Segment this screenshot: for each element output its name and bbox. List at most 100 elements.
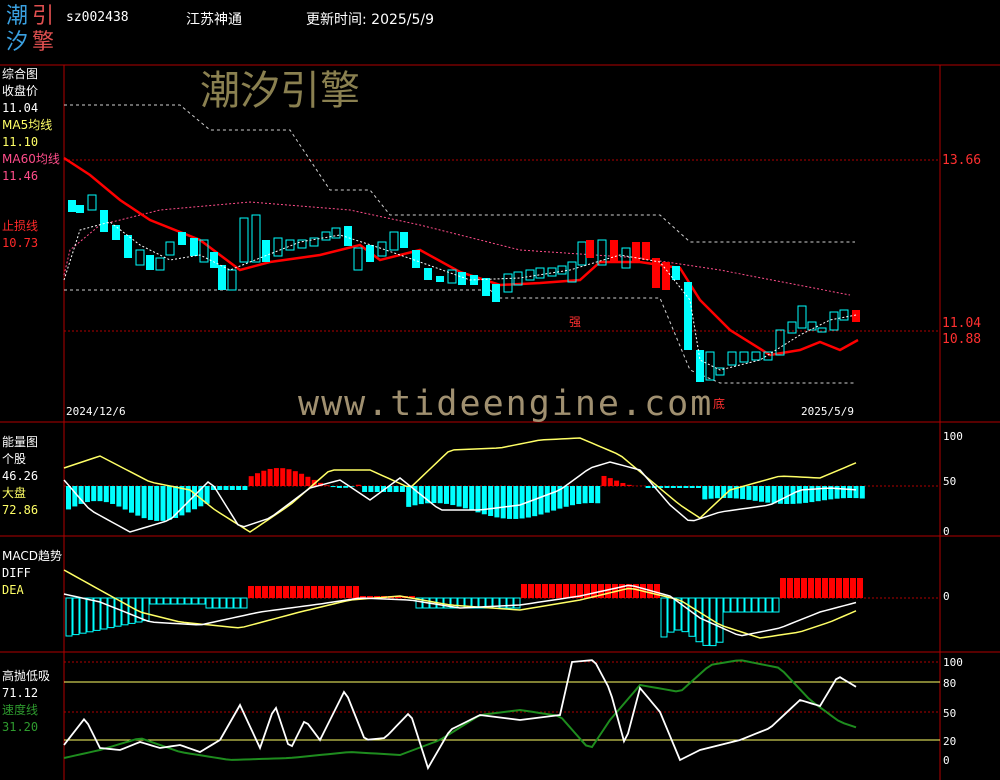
macd-bar [346,586,352,598]
price-candle [751,351,761,361]
energy-bar [645,486,651,488]
energy-bar [135,486,141,516]
price-candle [610,240,618,262]
speed-label: 速度线 [2,703,39,717]
price-candle [525,269,535,281]
speed-value: 31.20 [2,720,39,734]
energy-bar [582,486,588,504]
energy-bar [374,486,380,492]
energy-bar [273,468,279,486]
price-candle [155,257,165,271]
macd-bar [765,597,773,613]
price-candle [124,235,132,258]
macd-bar [65,597,73,637]
macd-bar [276,586,282,598]
price-candle [412,250,420,268]
macd-bar [744,597,752,613]
macd-bar [248,586,254,598]
price-candle [135,249,145,266]
main-panel-title: 综合图 [2,67,39,81]
price-candle [797,305,807,329]
price-candle [76,205,84,213]
energy-bar [217,486,223,490]
macd-bar [654,584,660,598]
energy-bar [570,486,575,506]
price-candle [807,321,817,331]
energy-bar [708,486,714,499]
macd-bar [212,597,220,609]
macd-bar [318,586,324,598]
price-candle [503,273,513,293]
price-candle [389,231,399,251]
price-candle [458,272,466,285]
macd-bar [107,597,115,629]
energy-bar [696,486,701,488]
price-candle [344,226,352,246]
energy-bar [595,486,601,504]
macd-bar [695,597,703,643]
macd-bar [780,578,786,598]
energy-bar [305,476,311,486]
macd-bar [170,597,178,605]
macd-bar [836,578,842,598]
logo-char-2: 引 [32,4,55,29]
energy-bar [544,486,550,513]
ma60-value: 11.46 [2,169,39,183]
price-candle [586,240,594,258]
ma60-label: MA60均线 [2,152,60,166]
energy-bar [242,486,248,490]
energy-bar [456,486,462,507]
energy-bar [664,486,670,488]
lower-band [64,289,855,384]
macd-panel-title: MACD趋势 [2,549,62,563]
logo-char-3: 汐 [6,30,29,55]
macd-bar [297,586,303,598]
energy-bar [393,486,399,492]
macd-bar [114,597,122,627]
ma5-value: 11.10 [2,135,39,149]
energy-bar [746,486,752,500]
energy-bar [91,486,97,502]
price-candle [227,269,237,291]
price-candle [696,350,704,382]
price-candle [424,268,432,280]
macd-bar [850,578,856,598]
energy-stock-label: 个股 [2,452,27,466]
energy-stock-value: 46.26 [2,469,39,483]
energy-market-label: 大盘 [2,486,27,500]
macd-bar [339,586,345,598]
hl-tick-80: 80 [943,677,957,690]
energy-bar [141,486,147,519]
macd-dea-label: DEA [2,583,24,597]
energy-bar [513,486,519,519]
ma60-line [63,201,851,296]
macd-bar [857,578,863,598]
price-candle [621,247,631,269]
macd-bar [79,597,87,634]
macd-bar [794,578,800,598]
macd-tick-0: 0 [943,590,950,603]
macd-bar [815,578,821,598]
macd-bar [219,597,227,609]
energy-bar [66,486,71,510]
energy-bar [431,486,437,504]
energy-bar [355,484,361,486]
macd-bar [163,597,171,605]
price-tick-high: 13.66 [942,153,982,168]
energy-bar [538,486,544,515]
energy-bar [179,486,185,516]
price-candle [285,239,295,251]
energy-bar [116,486,122,507]
price-tick-stop: 10.88 [942,332,982,347]
stock-name: 江苏神通 [186,12,242,28]
energy-tick-100: 100 [943,430,963,443]
price-candle [218,265,226,290]
macd-bar [255,586,261,598]
price-candle [775,329,785,356]
price-candle [239,217,249,263]
stop-value: 10.73 [2,236,39,250]
macd-bar [86,597,94,633]
macd-bar [808,578,814,598]
energy-bar [847,486,853,499]
price-candle [535,267,545,279]
